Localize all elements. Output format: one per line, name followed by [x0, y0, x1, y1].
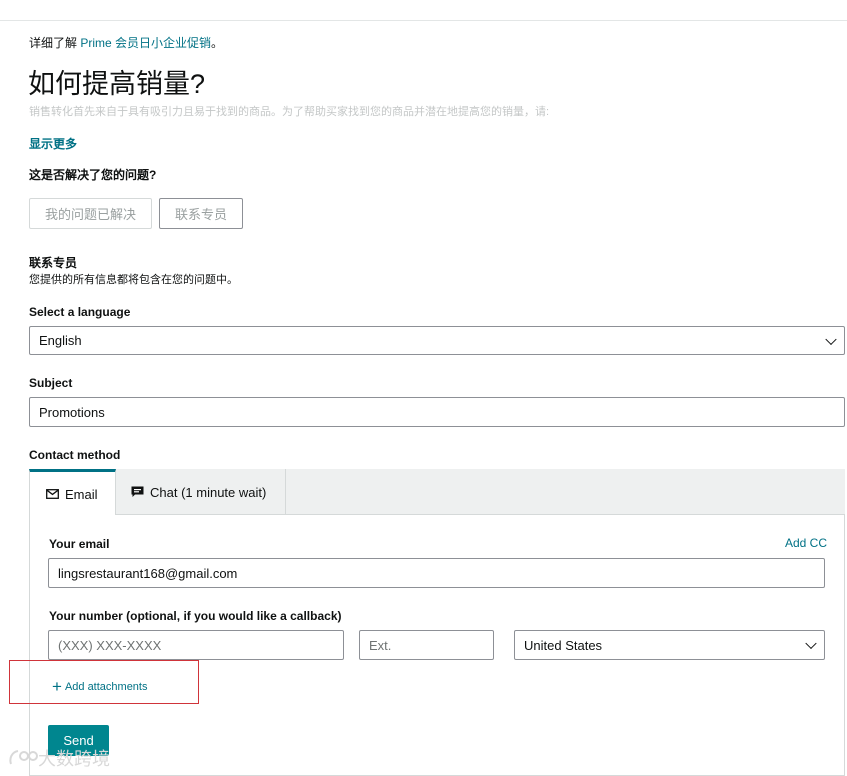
phone-ext-placeholder: Ext. — [369, 637, 392, 653]
email-field[interactable]: lingsrestaurant168@gmail.com — [48, 558, 825, 588]
tab-chat-label: Chat (1 minute wait) — [150, 484, 267, 500]
page-title: 如何提高销量? — [28, 69, 206, 99]
add-attachments-link[interactable]: + Add attachments — [52, 678, 148, 695]
subject-field[interactable]: Promotions — [29, 397, 845, 427]
language-select[interactable]: English — [29, 326, 845, 355]
chat-bubble-icon — [131, 486, 144, 497]
contact-method-label: Contact method — [29, 448, 121, 462]
add-cc-link[interactable]: Add CC — [785, 536, 827, 550]
plus-icon: + — [52, 677, 62, 696]
feedback-question: 这是否解决了您的问题? — [29, 168, 157, 182]
promo-line: 详细了解 Prime 会员日小企业促销。 — [29, 34, 223, 51]
phone-ext-field[interactable]: Ext. — [359, 630, 494, 660]
language-select-value: English — [39, 333, 82, 348]
promo-link[interactable]: Prime 会员日小企业促销 — [80, 36, 211, 50]
email-label: Your email — [49, 537, 110, 551]
show-more-link[interactable]: 显示更多 — [29, 135, 77, 152]
contact-associate-button[interactable]: 联系专员 — [159, 198, 243, 229]
promo-suffix: 。 — [211, 36, 224, 50]
chevron-down-icon — [825, 333, 837, 345]
watermark-text: 大数跨境 — [38, 749, 110, 770]
subject-label: Subject — [29, 376, 73, 390]
language-label: Select a language — [29, 305, 131, 319]
article-description: 销售转化首先来自于具有吸引力且易于找到的商品。为了帮助买家找到您的商品并潜在地提… — [29, 106, 550, 118]
tab-email-label: Email — [65, 486, 98, 502]
number-label: Your number (optional, if you would like… — [49, 609, 342, 623]
tab-email[interactable]: Email — [29, 469, 116, 516]
contact-method-tabs: Email Chat (1 minute wait) — [29, 469, 845, 516]
phone-number-placeholder: (XXX) XXX-XXXX — [58, 637, 162, 653]
watermark: 大数跨境 — [8, 745, 110, 771]
top-divider — [0, 20, 847, 21]
contact-subtext: 您提供的所有信息都将包含在您的问题中。 — [29, 274, 238, 286]
problem-resolved-button[interactable]: 我的问题已解决 — [29, 198, 152, 229]
country-select-value: United States — [524, 637, 603, 653]
chevron-down-icon — [805, 637, 817, 650]
watermark-logo-icon — [9, 750, 38, 765]
subject-field-value: Promotions — [39, 404, 105, 420]
phone-number-field[interactable]: (XXX) XXX-XXXX — [48, 630, 344, 660]
contact-heading: 联系专员 — [29, 256, 78, 270]
tab-chat[interactable]: Chat (1 minute wait) — [116, 469, 286, 515]
email-field-value: lingsrestaurant168@gmail.com — [58, 565, 238, 581]
country-select[interactable]: United States — [514, 630, 825, 660]
promo-prefix: 详细了解 — [29, 36, 81, 50]
envelope-icon — [46, 489, 59, 499]
add-attachments-label: Add attachments — [64, 680, 148, 693]
